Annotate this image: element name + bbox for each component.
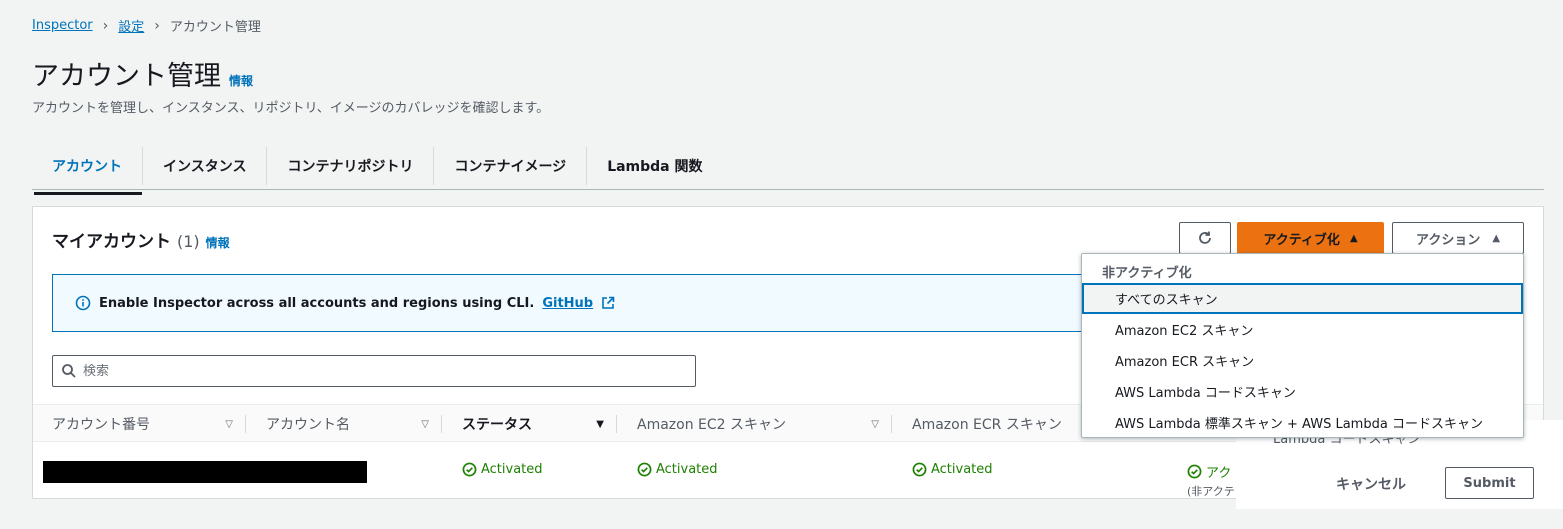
column-label: アカウント名 [266,417,350,433]
column-divider [441,415,442,433]
panel-title: マイアカウント [52,232,171,252]
alert-text: Enable Inspector across all accounts and… [99,295,535,311]
sort-icon: ▽ [871,418,879,430]
column-label: Amazon EC2 スキャン [637,417,787,433]
column-ec2-scan[interactable]: Amazon EC2 スキャン ▽ [637,405,891,443]
breadcrumb: Inspector › 設定 › アカウント管理 [32,16,261,36]
info-alert: Enable Inspector across all accounts and… [52,274,1152,332]
panel-info-link[interactable]: 情報 [206,234,230,251]
panel-header: マイアカウント (1) 情報 [52,227,230,252]
column-divider [891,415,892,433]
column-label: Amazon ECR スキャン [912,417,1062,433]
column-status[interactable]: ステータス ▼ [462,405,616,443]
cancel-button[interactable]: キャンセル [1336,474,1406,494]
activate-button-label: アクティブ化 [1263,232,1340,248]
menu-item-ec2-scan[interactable]: Amazon EC2 スキャン [1082,314,1523,345]
refresh-icon [1199,231,1211,244]
account-count: (1) [177,232,200,251]
activate-button[interactable]: アクティブ化 ▲ [1237,222,1384,254]
page-title: アカウント管理 [32,61,221,92]
chevron-right-icon: › [102,17,109,34]
column-divider [245,415,246,433]
refresh-button[interactable] [1179,222,1231,254]
sort-icon: ▽ [421,418,429,430]
menu-item-ecr-scan[interactable]: Amazon ECR スキャン [1082,345,1523,376]
check-circle-icon [912,462,927,477]
activate-dropdown-menu: 非アクティブ化 すべてのスキャン Amazon EC2 スキャン Amazon … [1081,253,1524,438]
tab-container-repositories[interactable]: コンテナリポジトリ [266,146,433,185]
redacted-account-info [43,461,367,483]
breadcrumb-settings-link[interactable]: 設定 [118,16,144,35]
check-circle-icon [1187,464,1202,479]
column-account-number[interactable]: アカウント番号 ▽ [52,405,245,443]
search-input[interactable] [83,363,643,379]
sort-icon: ▽ [225,418,233,430]
ecr-status-text: Activated [931,462,993,477]
chevron-right-icon: › [154,17,160,34]
check-circle-icon [637,462,652,477]
caret-up-icon: ▲ [1492,232,1501,244]
check-circle-icon [462,462,477,477]
menu-group-deactivate: 非アクティブ化 [1102,266,1192,281]
status-cell: Activated [462,462,543,477]
page-description: アカウントを管理し、インスタンス、リポジトリ、イメージのカバレッジを確認します。 [32,101,550,116]
tab-container-images[interactable]: コンテナイメージ [433,146,586,185]
tab-instances[interactable]: インスタンス [142,146,266,185]
actions-button-label: アクション [1415,232,1481,248]
ecr-scan-cell: Activated [912,462,993,477]
actions-button[interactable]: アクション ▲ [1392,222,1524,254]
tab-accounts[interactable]: アカウント [32,147,142,195]
external-link-icon [602,296,615,309]
search-icon [62,364,76,378]
breadcrumb-inspector-link[interactable]: Inspector [32,18,93,33]
column-account-name[interactable]: アカウント名 ▽ [266,405,441,443]
page-title-container: アカウント管理 情報 [32,54,253,93]
status-text: Activated [481,462,543,477]
page-info-link[interactable]: 情報 [229,72,253,89]
tab-bar: アカウント インスタンス コンテナリポジトリ コンテナイメージ Lambda 関… [32,142,1544,195]
info-circle-icon [75,295,91,311]
sort-desc-icon: ▼ [596,418,604,430]
lambda-status-text: アク [1206,466,1232,481]
lambda-sub-status: (非アクテ [1187,485,1235,498]
column-divider [616,415,617,433]
ec2-status-text: Activated [656,462,718,477]
menu-item-lambda-code-scan[interactable]: AWS Lambda コードスキャン [1082,376,1523,407]
column-label: ステータス [462,417,532,433]
caret-up-icon: ▲ [1349,232,1358,244]
github-link[interactable]: GitHub [542,296,593,311]
search-field[interactable] [52,355,696,387]
ec2-scan-cell: Activated [637,462,718,477]
menu-item-all-scans[interactable]: すべてのスキャン [1082,283,1523,314]
tab-lambda-functions[interactable]: Lambda 関数 [586,146,722,185]
lambda-scan-cell: アク [1187,462,1231,481]
column-label: アカウント番号 [52,417,150,433]
menu-item-lambda-standard-code-scan[interactable]: AWS Lambda 標準スキャン + AWS Lambda コードスキャン [1082,407,1523,438]
submit-button[interactable]: Submit [1445,467,1534,499]
breadcrumb-current: アカウント管理 [169,20,261,35]
